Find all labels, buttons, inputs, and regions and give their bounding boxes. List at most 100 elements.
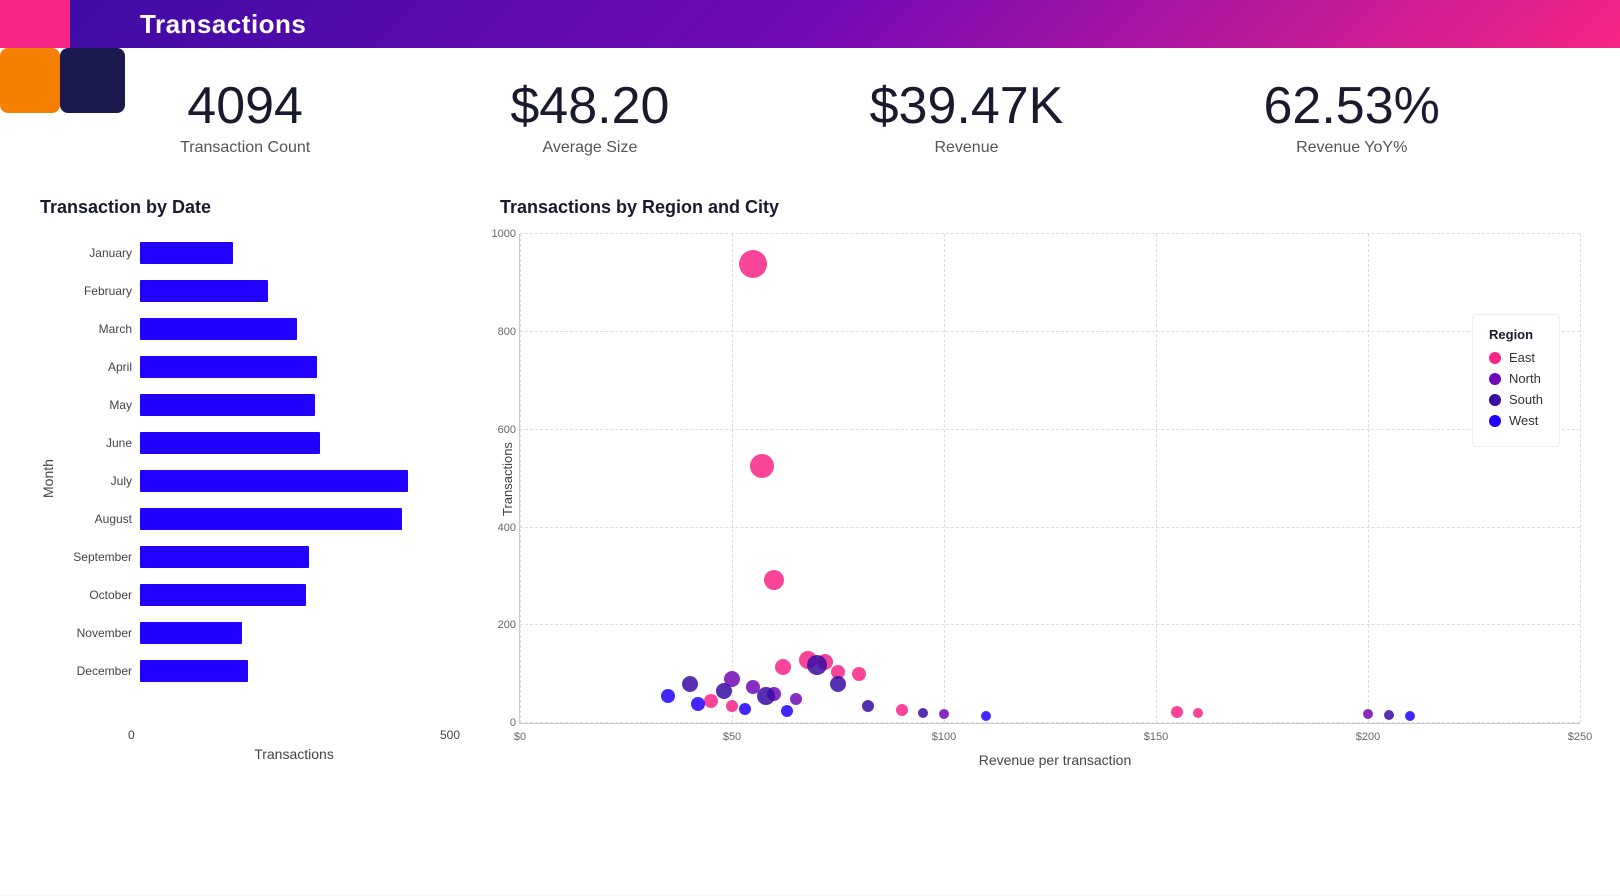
bar-row: August [60,500,460,537]
scatter-dot [739,250,767,278]
bar-label: September [60,550,140,564]
scatter-dot [750,454,774,478]
legend-title: Region [1489,327,1543,342]
scatter-dot [691,697,705,711]
scatter-chart-container: Transactions by Region and City Transact… [500,197,1580,865]
bar-chart-title: Transaction by Date [40,197,460,218]
bar-fill [140,508,402,530]
scatter-y-tick: 600 [498,424,520,436]
kpi-value-average-size: $48.20 [510,78,669,135]
bar-track [140,660,460,682]
scatter-x-tick: $100 [932,731,956,743]
kpi-value-revenue-yoy: 62.53% [1264,78,1440,135]
scatter-dot [918,708,928,718]
scatter-grid-h [520,722,1580,723]
scatter-wrapper: Transactions 02004006008001000$0$50$100$… [500,234,1580,724]
scatter-dot [862,700,874,712]
scatter-dot [716,683,732,699]
scatter-dot [1193,708,1203,718]
bar-fill [140,470,408,492]
scatter-dot [790,693,802,705]
kpi-label-average-size: Average Size [510,139,669,157]
scatter-x-tick: $150 [1144,731,1168,743]
kpi-row: 4094 Transaction Count $48.20 Average Si… [0,48,1620,177]
logo-navy [60,48,125,113]
scatter-grid-h [520,624,1580,625]
bar-label: January [60,246,140,260]
kpi-label-revenue-yoy: Revenue YoY% [1264,139,1440,157]
bar-row: July [60,462,460,499]
bar-row: June [60,424,460,461]
bar-row: October [60,576,460,613]
scatter-grid-v [1156,234,1157,723]
bar-fill [140,394,315,416]
bar-label: December [60,664,140,678]
bar-fill [140,242,233,264]
scatter-dot [739,703,751,715]
bar-chart: Month January February March April May J… [40,234,460,724]
bar-track [140,356,460,378]
bar-x-tick: 500 [440,728,460,742]
bar-track [140,470,460,492]
bar-y-axis-label: Month [40,234,56,724]
bar-label: June [60,436,140,450]
bar-row: November [60,614,460,651]
bar-track [140,508,460,530]
scatter-dot [1171,706,1183,718]
legend-item-west: West [1489,413,1543,428]
scatter-x-tick: $50 [723,731,741,743]
bar-label: October [60,588,140,602]
scatter-plot: 02004006008001000$0$50$100$150$200$250 [519,234,1580,724]
bar-label: November [60,626,140,640]
bar-label: February [60,284,140,298]
scatter-grid-v [1368,234,1369,723]
scatter-dot [775,659,791,675]
kpi-value-transaction-count: 4094 [180,78,310,135]
legend-label: East [1509,350,1535,365]
logo-area [0,0,130,120]
bar-track [140,318,460,340]
legend-item-east: East [1489,350,1543,365]
kpi-value-revenue: $39.47K [870,78,1064,135]
scatter-dot [981,711,991,721]
bar-row: April [60,348,460,385]
scatter-dot [830,676,846,692]
page-title: Transactions [140,9,306,40]
scatter-dot [1384,710,1394,720]
bar-x-title: Transactions [128,746,460,762]
logo-pink [0,0,70,48]
logo-orange [0,48,60,113]
scatter-grid-h [520,429,1580,430]
bar-label: March [60,322,140,336]
bar-row: May [60,386,460,423]
scatter-dot [896,704,908,716]
bar-row: March [60,310,460,347]
scatter-dot [1405,711,1415,721]
scatter-legend: Region East North South West [1472,314,1560,447]
scatter-grid-h [520,527,1580,528]
legend-dot [1489,352,1501,364]
legend-dot [1489,415,1501,427]
scatter-grid-h [520,331,1580,332]
scatter-dot [939,709,949,719]
scatter-dot [704,694,718,708]
scatter-x-title: Revenue per transaction [530,752,1580,768]
scatter-y-tick: 200 [498,619,520,631]
legend-dot [1489,394,1501,406]
bar-track [140,242,460,264]
scatter-grid-h [520,233,1580,234]
bar-label: May [60,398,140,412]
legend-label: North [1509,371,1541,386]
bar-track [140,394,460,416]
kpi-transaction-count: 4094 Transaction Count [180,78,310,157]
kpi-label-transaction-count: Transaction Count [180,139,310,157]
bar-label: July [60,474,140,488]
bar-fill [140,432,320,454]
scatter-y-tick: 0 [510,717,520,729]
bar-fill [140,318,297,340]
kpi-label-revenue: Revenue [870,139,1064,157]
scatter-y-tick: 400 [498,522,520,534]
legend-item-south: South [1489,392,1543,407]
legend-label: South [1509,392,1543,407]
scatter-chart-title: Transactions by Region and City [500,197,1580,218]
